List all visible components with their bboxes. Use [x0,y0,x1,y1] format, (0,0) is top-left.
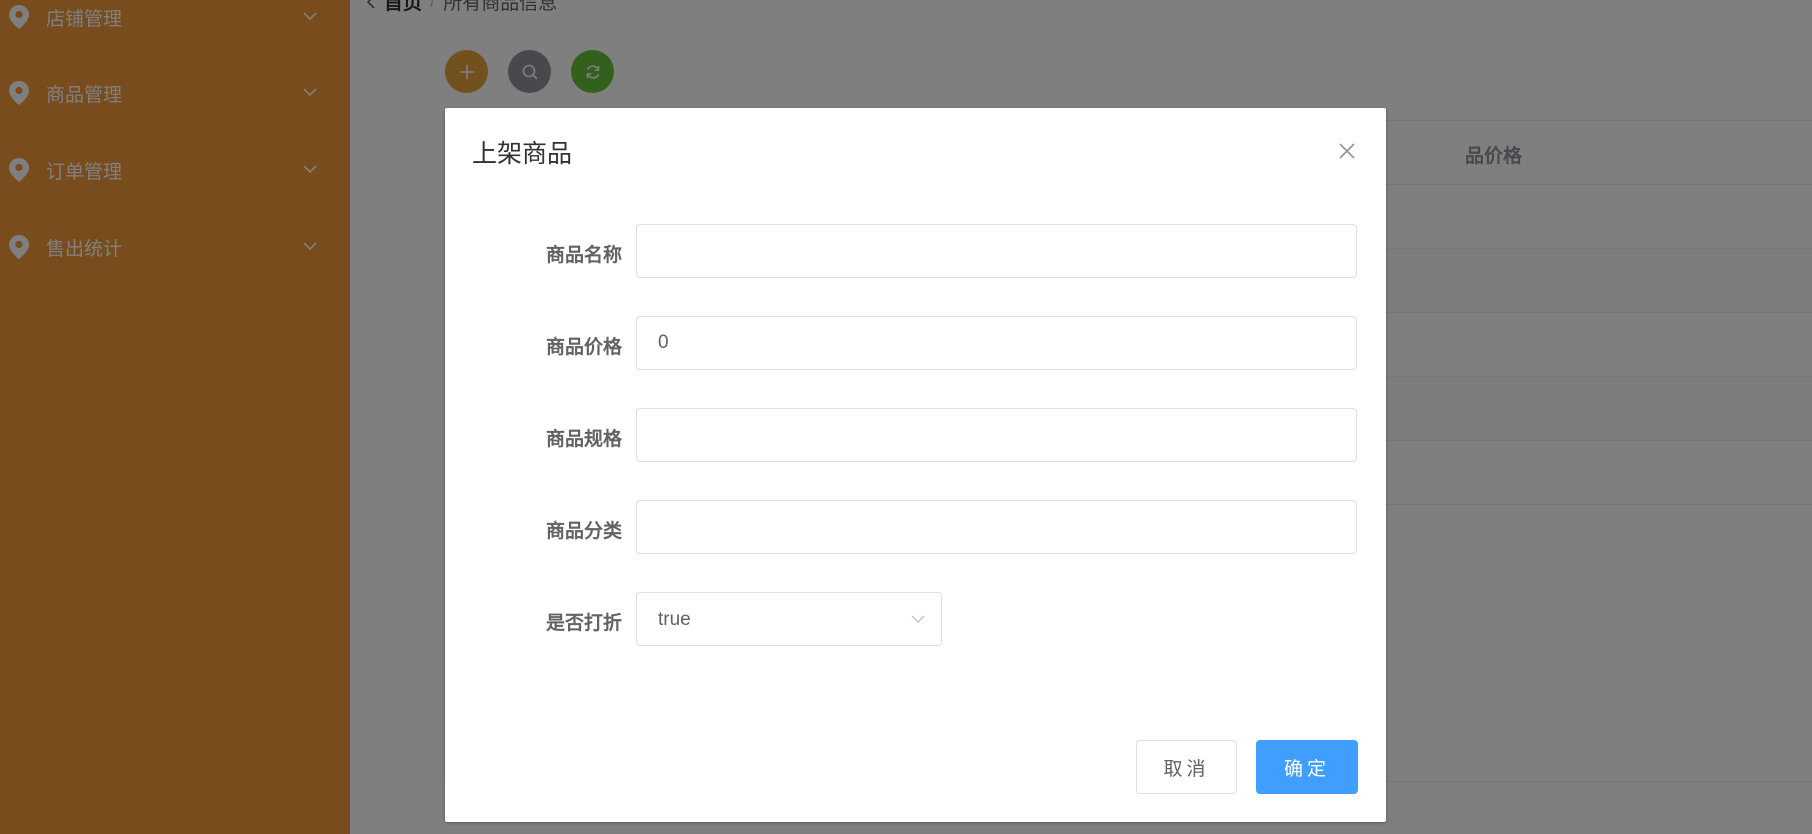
product-spec-input[interactable] [636,408,1357,462]
product-name-label: 商品名称 [545,245,622,266]
add-product-dialog: 上架商品 商品名称 商品价格 商品规格 商品分类 是否打折 true 取消 确定 [445,108,1386,822]
chevron-down-icon [911,615,925,624]
discount-select[interactable]: true [636,592,942,646]
discount-label: 是否打折 [545,613,622,634]
close-icon[interactable] [1338,142,1356,160]
cancel-button[interactable]: 取消 [1136,740,1237,794]
form-item-product-spec: 商品规格 [445,408,1386,464]
form-item-product-price: 商品价格 [445,316,1386,372]
product-spec-label: 商品规格 [545,429,622,450]
form-item-product-category: 商品分类 [445,500,1386,556]
discount-select-value: true [658,609,691,630]
dialog-title: 上架商品 [472,140,573,168]
form-item-product-name: 商品名称 [445,224,1386,280]
form-item-discount: 是否打折 true [445,592,1386,648]
product-category-input[interactable] [636,500,1357,554]
product-price-input[interactable] [636,316,1357,370]
product-price-label: 商品价格 [545,337,622,358]
product-category-label: 商品分类 [545,521,622,542]
confirm-button[interactable]: 确定 [1256,740,1358,794]
product-name-input[interactable] [636,224,1357,278]
